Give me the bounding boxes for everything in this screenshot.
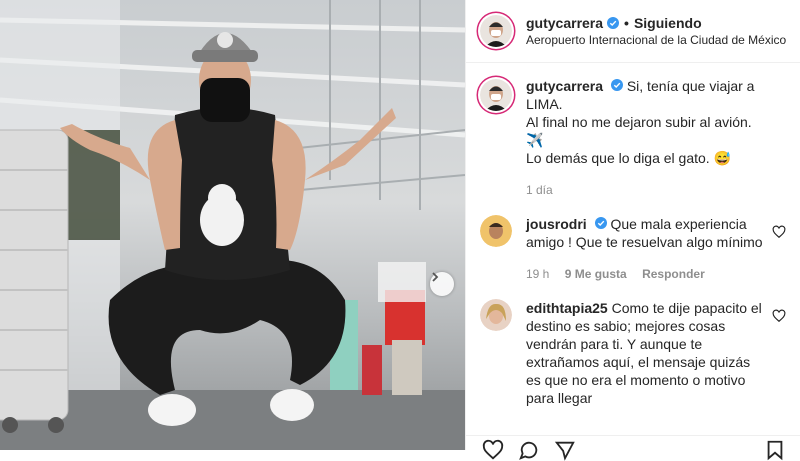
post-photo[interactable]	[0, 0, 465, 450]
heart-icon[interactable]	[482, 439, 504, 461]
caption-text-1: Si, tenía que viajar a	[626, 78, 755, 94]
comment-icon[interactable]	[518, 439, 540, 461]
author-avatar[interactable]	[480, 15, 512, 47]
comment-username[interactable]: edithtapia25	[526, 300, 608, 316]
separator-dot: •	[624, 15, 629, 31]
next-photo-button[interactable]	[430, 272, 454, 296]
following-button[interactable]: Siguiendo	[634, 15, 702, 31]
share-icon[interactable]	[554, 439, 576, 461]
caption: gutycarrera Si, tenía que viajar a LIMA.…	[480, 77, 786, 199]
verified-badge-icon	[610, 79, 623, 91]
instagram-post: gutycarrera • Siguiendo Aeropuerto Inter…	[0, 0, 800, 461]
commenter-avatar[interactable]	[480, 299, 512, 331]
heart-outline-icon[interactable]	[772, 225, 786, 239]
chevron-right-icon	[432, 272, 439, 282]
comment-time[interactable]: 19 h	[526, 267, 549, 281]
comments-section: gutycarrera Si, tenía que viajar a LIMA.…	[466, 63, 800, 407]
bookmark-icon[interactable]	[764, 439, 786, 461]
heart-outline-icon[interactable]	[772, 309, 786, 323]
avatar-image	[480, 215, 512, 247]
caption-text-5: Lo demás que lo diga el gato. 😅	[526, 150, 732, 166]
post-sidebar: gutycarrera • Siguiendo Aeropuerto Inter…	[465, 0, 800, 461]
caption-text-3: Al final no me dejaron subir al avión.	[526, 114, 752, 130]
author-username[interactable]: gutycarrera	[526, 15, 603, 31]
comment-likes[interactable]: 9 Me gusta	[565, 267, 627, 281]
avatar-image	[480, 15, 512, 47]
commenter-avatar[interactable]	[480, 215, 512, 247]
reply-button[interactable]: Responder	[642, 267, 705, 281]
caption-username[interactable]: gutycarrera	[526, 78, 603, 94]
verified-badge-icon	[594, 217, 607, 229]
comment-item: jousrodri Que mala experiencia amigo ! Q…	[480, 215, 786, 283]
comment-item: edithtapia25 Como te dije papacito el de…	[480, 299, 786, 407]
avatar-image	[480, 299, 512, 331]
caption-time[interactable]: 1 día	[526, 183, 553, 197]
comment-username[interactable]: jousrodri	[526, 216, 587, 232]
avatar-image	[480, 79, 512, 111]
airplane-emoji: ✈️	[526, 132, 544, 148]
post-header: gutycarrera • Siguiendo Aeropuerto Inter…	[466, 0, 800, 63]
action-bar	[466, 435, 800, 461]
verified-badge-icon	[607, 17, 620, 29]
caption-avatar[interactable]	[480, 79, 512, 111]
caption-text-2: LIMA.	[526, 96, 563, 112]
location-link[interactable]: Aeropuerto Internacional de la Ciudad de…	[526, 33, 786, 47]
airport-photo-illustration	[0, 0, 465, 450]
